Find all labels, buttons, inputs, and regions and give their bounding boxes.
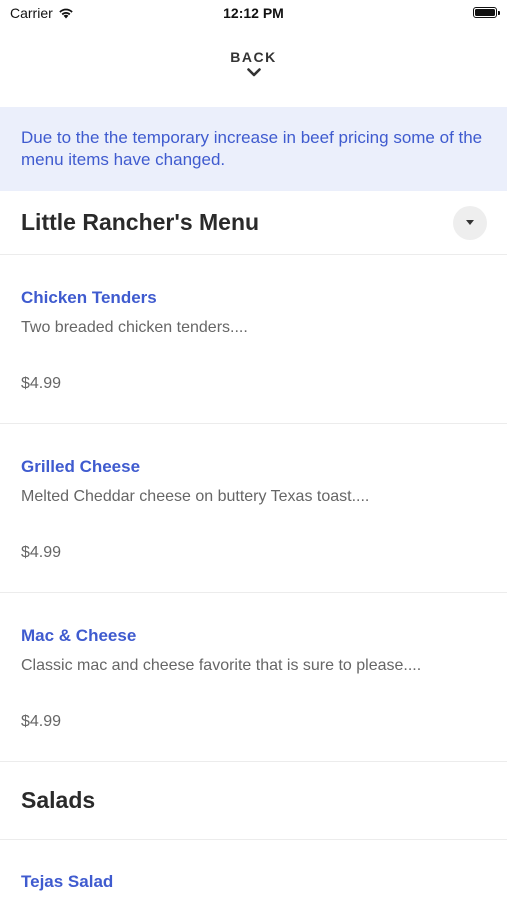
menu-item-chicken-tenders[interactable]: Chicken Tenders Two breaded chicken tend…: [0, 255, 507, 424]
menu-item-grilled-cheese[interactable]: Grilled Cheese Melted Cheddar cheese on …: [0, 424, 507, 593]
item-name: Chicken Tenders: [21, 288, 157, 307]
section-title: Little Rancher's Menu: [21, 209, 260, 235]
menu-item-mac-and-cheese[interactable]: Mac & Cheese Classic mac and cheese favo…: [0, 593, 507, 762]
caret-down-icon: [466, 219, 474, 225]
back-label: BACK: [230, 49, 277, 65]
section-header-little-ranchers-menu[interactable]: Little Rancher's Menu: [0, 191, 507, 255]
item-price: $4.99: [21, 713, 62, 730]
battery-icon: [473, 7, 500, 18]
battery-level: [475, 9, 495, 16]
item-price: $4.99: [21, 375, 62, 392]
status-bar: Carrier 12:12 PM: [0, 0, 507, 30]
item-description: Melted Cheddar cheese on buttery Texas t…: [21, 488, 370, 505]
item-name: Tejas Salad: [21, 872, 114, 891]
menu-item-tejas-salad[interactable]: Tejas Salad: [0, 840, 507, 892]
chevron-down-icon: [246, 68, 261, 77]
back-button[interactable]: BACK: [0, 30, 507, 107]
item-name: Mac & Cheese: [21, 626, 137, 645]
notice-text: Due to the the temporary increase in bee…: [21, 128, 483, 169]
battery-tip: [498, 11, 500, 15]
item-price: $4.99: [21, 544, 62, 561]
status-time: 12:12 PM: [223, 5, 284, 21]
item-description: Two breaded chicken tenders....: [21, 319, 248, 336]
price-notice-banner: Due to the the temporary increase in bee…: [0, 107, 507, 191]
section-collapse-button[interactable]: [453, 205, 487, 240]
section-header-salads[interactable]: Salads: [0, 762, 507, 840]
item-description: Classic mac and cheese favorite that is …: [21, 657, 422, 674]
section-title: Salads: [21, 787, 96, 813]
item-name: Grilled Cheese: [21, 457, 141, 476]
